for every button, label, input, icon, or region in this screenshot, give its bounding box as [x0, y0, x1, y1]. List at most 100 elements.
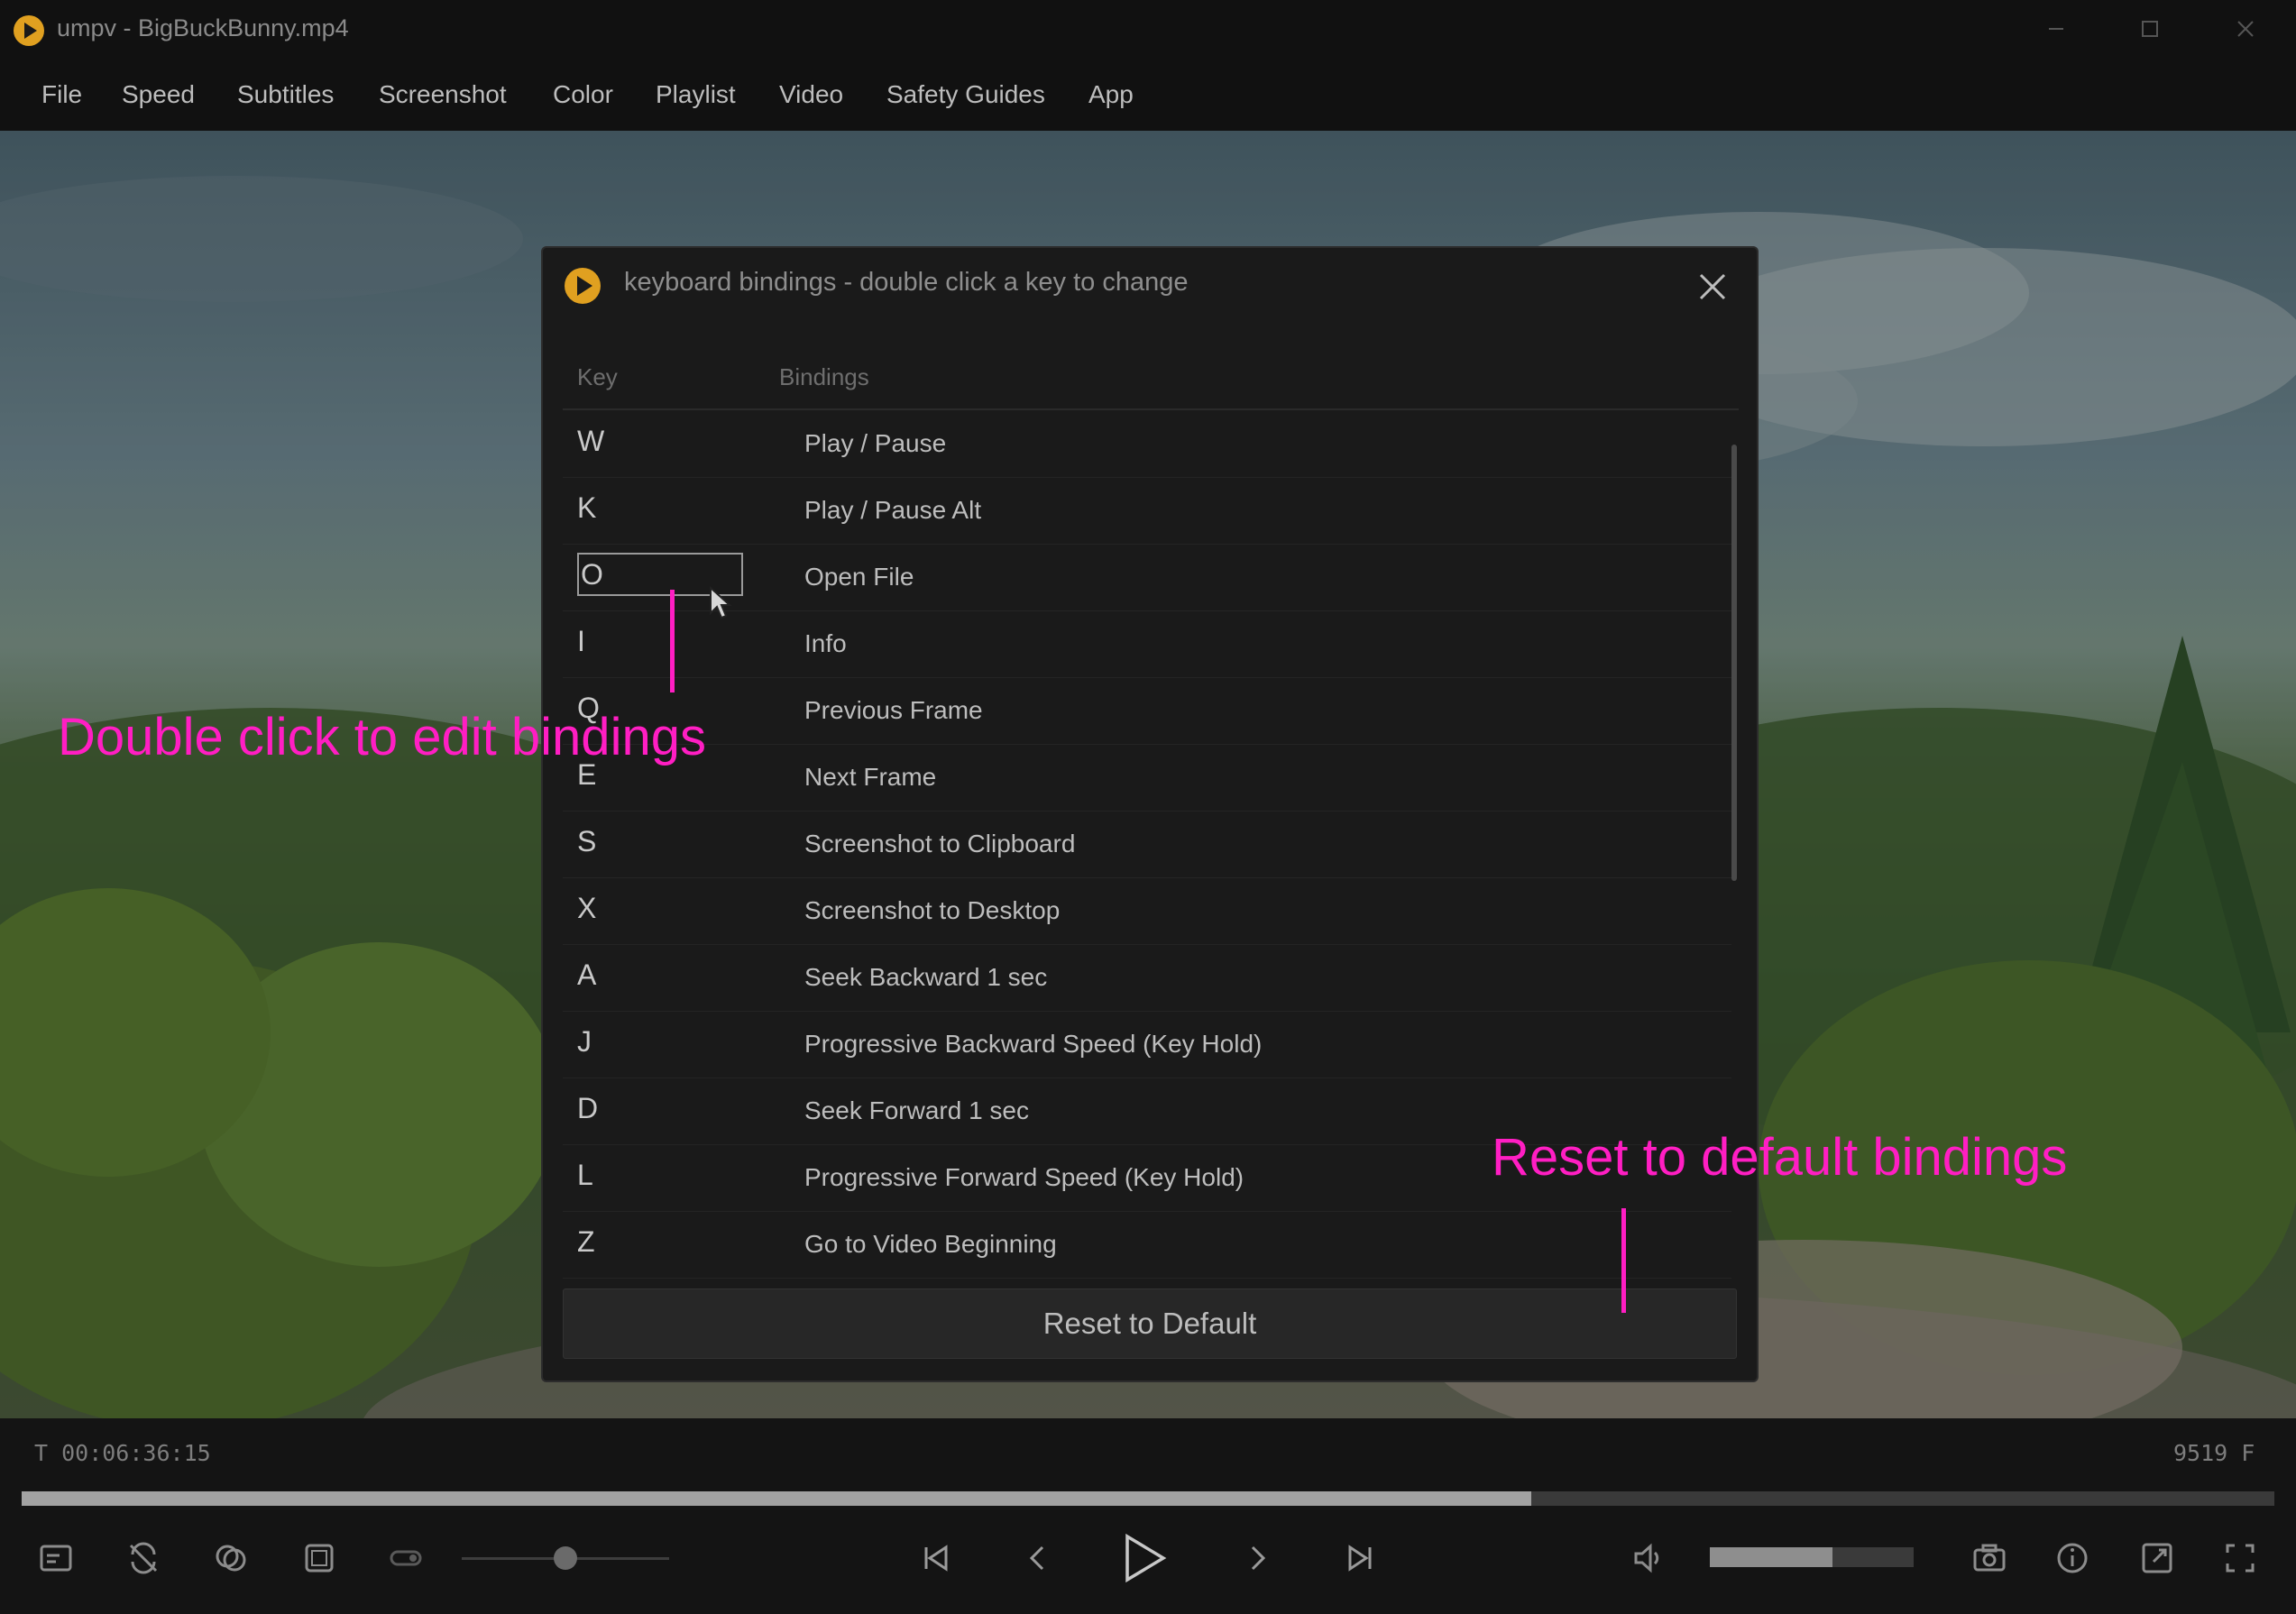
key-cell[interactable]: A [577, 958, 596, 992]
binding-cell: Screenshot to Desktop [804, 896, 1061, 924]
scrollbar[interactable] [1731, 445, 1737, 881]
menu-file[interactable]: File [41, 80, 82, 109]
skip-end-icon [1348, 1545, 1372, 1572]
menu-app[interactable]: App [1088, 80, 1134, 109]
binding-cell: Progressive Backward Speed (Key Hold) [804, 1030, 1263, 1058]
app-logo-icon [565, 268, 601, 304]
annotation-pointer-reset [1621, 1208, 1626, 1313]
subtitles-button[interactable] [36, 1538, 76, 1578]
menu-speed[interactable]: Speed [122, 80, 195, 109]
close-window-button[interactable] [2218, 11, 2273, 47]
info-icon [2057, 1543, 2088, 1573]
menu-safety-guides[interactable]: Safety Guides [886, 80, 1045, 109]
menu-bar: File Speed Subtitles Screenshot Color Pl… [0, 59, 2296, 131]
binding-cell: Progressive Forward Speed (Key Hold) [804, 1163, 1244, 1191]
skip-start-icon [924, 1545, 948, 1572]
seek-bar[interactable] [22, 1491, 2274, 1506]
binding-cell: Play / Pause Alt [804, 496, 982, 524]
binding-cell: Open File [804, 563, 914, 591]
maximize-button[interactable] [2123, 11, 2177, 47]
table-row[interactable]: J Progressive Backward Speed (Key Hold) [563, 1011, 1731, 1078]
loop-button[interactable] [124, 1538, 163, 1578]
menu-playlist[interactable]: Playlist [656, 80, 736, 109]
binding-cell: Seek Backward 1 sec [804, 963, 1048, 991]
color-button[interactable] [211, 1538, 251, 1578]
speed-slider[interactable] [462, 1546, 669, 1570]
menu-subtitles[interactable]: Subtitles [237, 80, 334, 109]
key-cell[interactable]: W [577, 425, 604, 458]
title-bar: umpv - BigBuckBunny.mp4 [0, 0, 2296, 59]
info-button[interactable] [2053, 1538, 2092, 1578]
volume-icon [1634, 1543, 1659, 1573]
menu-screenshot[interactable]: Screenshot [379, 80, 507, 109]
next-frame-button[interactable] [1237, 1538, 1277, 1578]
table-row[interactable]: W Play / Pause [563, 410, 1731, 478]
table-row[interactable]: S Screenshot to Clipboard [563, 811, 1731, 878]
color-filter-icon [216, 1545, 246, 1572]
table-row[interactable]: Z Go to Video Beginning [563, 1211, 1731, 1279]
play-button[interactable] [1118, 1533, 1169, 1583]
volume-slider[interactable] [1710, 1547, 1914, 1567]
key-cell[interactable]: S [577, 825, 596, 858]
skip-to-end-button[interactable] [1340, 1538, 1380, 1578]
key-cell[interactable]: I [577, 625, 585, 658]
camera-icon [1973, 1544, 2006, 1572]
window-title: umpv - BigBuckBunny.mp4 [57, 14, 349, 41]
reset-to-default-button[interactable]: Reset to Default [563, 1288, 1737, 1359]
timecode: T 00:06:36:15 [34, 1440, 211, 1466]
table-row[interactable]: E Next Frame [563, 744, 1731, 812]
resize-icon [2142, 1543, 2172, 1573]
dialog-title: keyboard bindings - double click a key t… [624, 268, 1189, 297]
binding-cell: Previous Frame [804, 696, 983, 724]
annotation-reset: Reset to default bindings [1492, 1128, 2068, 1187]
annotation-pointer-edit [670, 590, 675, 692]
table-row-selected[interactable]: O Open File [563, 544, 1731, 611]
table-row[interactable]: I Info [563, 610, 1731, 678]
previous-frame-button[interactable] [1018, 1538, 1058, 1578]
column-header-bindings[interactable]: Bindings [779, 363, 869, 391]
key-cell[interactable]: J [577, 1025, 592, 1059]
frame-count: 9519 F [2173, 1440, 2255, 1466]
crop-button[interactable] [299, 1538, 339, 1578]
table-row[interactable]: X Screenshot to Desktop [563, 877, 1731, 945]
key-cell[interactable]: Z [577, 1225, 595, 1259]
keyboard-bindings-dialog: keyboard bindings - double click a key t… [541, 246, 1759, 1382]
binding-cell: Screenshot to Clipboard [804, 830, 1076, 857]
crop-icon [305, 1544, 334, 1573]
screenshot-button[interactable] [1970, 1538, 2009, 1578]
fullscreen-icon [2226, 1544, 2255, 1573]
binding-cell: Seek Forward 1 sec [804, 1096, 1029, 1124]
close-icon[interactable] [1697, 271, 1728, 302]
no-loop-icon [129, 1542, 158, 1574]
bindings-table: W Play / Pause K Play / Pause Alt O Open… [563, 410, 1731, 1326]
resize-button[interactable] [2137, 1538, 2177, 1578]
subtitles-icon [40, 1545, 72, 1572]
key-cell[interactable]: L [577, 1159, 593, 1192]
menu-video[interactable]: Video [779, 80, 843, 109]
table-row[interactable]: A Seek Backward 1 sec [563, 944, 1731, 1012]
mouse-cursor-icon [710, 586, 732, 619]
fullscreen-button[interactable] [2220, 1538, 2260, 1578]
key-cell[interactable]: X [577, 892, 596, 925]
column-header-key[interactable]: Key [577, 363, 618, 391]
previous-icon [1029, 1545, 1044, 1571]
binding-cell: Play / Pause [804, 429, 947, 457]
speed-slider-handle[interactable] [554, 1546, 577, 1570]
app-logo-icon [14, 15, 44, 46]
next-icon [1251, 1545, 1266, 1571]
play-icon [1125, 1533, 1167, 1583]
key-cell[interactable]: D [577, 1092, 598, 1125]
minimize-button[interactable] [2029, 11, 2083, 47]
skip-to-start-button[interactable] [916, 1538, 956, 1578]
table-row[interactable]: K Play / Pause Alt [563, 477, 1731, 545]
toggle-button[interactable] [386, 1538, 426, 1578]
toggle-icon [390, 1550, 422, 1566]
annotation-edit: Double click to edit bindings [58, 708, 706, 766]
seek-bar-progress [22, 1491, 1531, 1506]
menu-color[interactable]: Color [553, 80, 613, 109]
binding-cell: Info [804, 629, 847, 657]
key-cell[interactable]: K [577, 491, 596, 525]
volume-button[interactable] [1629, 1538, 1668, 1578]
table-row[interactable]: Q Previous Frame [563, 677, 1731, 745]
binding-cell: Go to Video Beginning [804, 1230, 1057, 1258]
